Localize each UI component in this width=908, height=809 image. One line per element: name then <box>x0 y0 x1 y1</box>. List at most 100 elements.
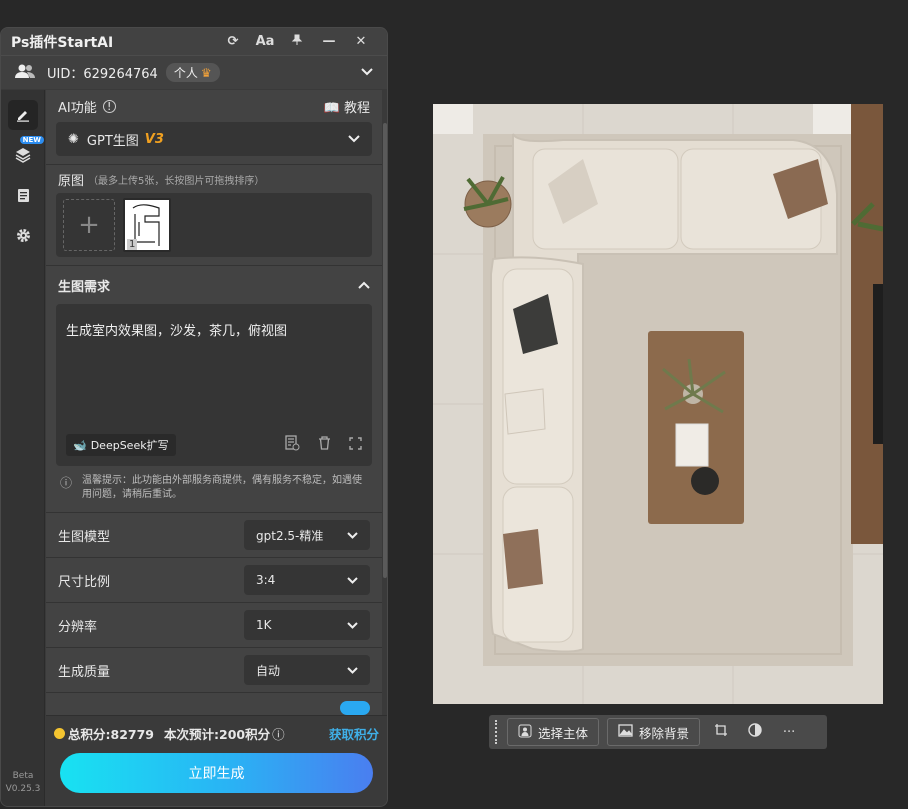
footer: 总积分:82779 本次预计:200积分 ⓘ 获取积分 立即生成 <box>46 715 387 806</box>
option-model: 生图模型 gpt2.5-精准 <box>46 513 382 558</box>
model-select[interactable]: ✺ GPT生图 V3 <box>56 122 372 156</box>
main-content: AI功能 ! 📖 教程 ✺ GPT生图 V3 原图 （最多上传5张，长按图片可拖… <box>46 90 382 806</box>
user-id: UID：629264764 <box>47 67 158 82</box>
new-badge: NEW <box>19 136 44 144</box>
tip-text: 温馨提示：此功能由外部服务商提供，偶有服务不稳定，如遇使用问题，请稍后重试。 <box>82 475 362 500</box>
chevron-down-icon[interactable] <box>361 65 373 80</box>
thumbnail-index: 1 <box>127 239 138 250</box>
scrollbar[interactable] <box>383 123 387 578</box>
users-icon <box>15 63 35 83</box>
crown-icon: ♛ <box>200 66 212 80</box>
version-beta: Beta <box>12 771 34 781</box>
drag-handle[interactable] <box>495 720 499 744</box>
living-room-render <box>433 104 883 704</box>
tip-notice: ⓘ 温馨提示：此功能由外部服务商提供，偶有服务不稳定，如遇使用问题，请稍后重试。 <box>46 466 382 512</box>
remove-background-button[interactable]: 移除背景 <box>607 718 701 746</box>
add-image-button[interactable]: + <box>63 199 115 251</box>
history-icon[interactable] <box>284 435 300 455</box>
option-value: 3:4 <box>256 573 276 587</box>
person-icon <box>518 724 532 741</box>
original-hint: （最多上传5张，长按图片可拖拽排序） <box>88 175 265 187</box>
tutorial-label: 教程 <box>343 100 370 116</box>
gear-icon[interactable] <box>8 220 38 250</box>
original-image-section: 原图 （最多上传5张，长按图片可拖拽排序） + 1 <box>46 165 382 266</box>
contrast-icon[interactable] <box>742 723 768 741</box>
user-bar[interactable]: UID：629264764 个人 ♛ <box>1 55 387 89</box>
remove-background-label: 移除背景 <box>639 725 690 741</box>
coin-icon <box>54 727 65 739</box>
version-info: Beta V0.25.3 <box>1 770 45 796</box>
get-points-link[interactable]: 获取积分 <box>329 724 379 743</box>
points-bar: 总积分:82779 本次预计:200积分 ⓘ 获取积分 <box>46 716 387 750</box>
chevron-down-icon <box>347 618 358 632</box>
option-label: 尺寸比例 <box>58 574 111 590</box>
generate-button[interactable]: 立即生成 <box>60 753 373 793</box>
resolution-dropdown[interactable]: 1K <box>244 610 370 640</box>
points-estimate: 本次预计:200积分 <box>164 726 271 742</box>
layers-icon[interactable]: NEW <box>8 136 44 170</box>
generated-image[interactable] <box>433 104 883 704</box>
crop-icon[interactable] <box>708 723 734 741</box>
points-total: 总积分:82779 <box>68 726 154 742</box>
font-size-icon[interactable]: Aa <box>249 34 281 49</box>
info-icon[interactable]: ! <box>102 99 116 113</box>
openai-icon: ✺ <box>68 131 79 147</box>
info-icon: ⓘ <box>60 476 73 490</box>
upload-area: + 1 <box>56 193 372 257</box>
book-icon: 📖 <box>323 100 340 116</box>
plan-label: 个人 <box>173 66 198 80</box>
pin-icon[interactable] <box>281 34 313 50</box>
window-title: Ps插件StartAI <box>11 34 114 51</box>
option-value: gpt2.5-精准 <box>256 528 324 543</box>
info-icon[interactable]: ⓘ <box>272 724 285 743</box>
option-label: 生图模型 <box>58 529 111 545</box>
option-ratio: 尺寸比例 3:4 <box>46 558 382 603</box>
chevron-down-icon <box>347 528 358 542</box>
document-icon[interactable] <box>8 180 38 210</box>
ratio-dropdown[interactable]: 3:4 <box>244 565 370 595</box>
version-number: V0.25.3 <box>5 784 41 794</box>
prompt-input[interactable]: 生成室内效果图，沙发，茶几，俯视图 🐋 DeepSeek扩写 <box>56 304 372 466</box>
model-dropdown[interactable]: gpt2.5-精准 <box>244 520 370 550</box>
toggle-switch[interactable] <box>340 700 370 715</box>
deepseek-expand-button[interactable]: 🐋 DeepSeek扩写 <box>66 434 176 456</box>
edit-icon[interactable] <box>8 100 38 130</box>
option-value: 1K <box>256 618 272 632</box>
select-subject-button[interactable]: 选择主体 <box>507 718 600 746</box>
close-icon[interactable]: ✕ <box>345 34 377 49</box>
model-version: V3 <box>144 131 164 147</box>
generation-label: 生图需求 <box>58 279 111 295</box>
quality-dropdown[interactable]: 自动 <box>244 655 370 685</box>
chevron-up-icon[interactable] <box>358 278 370 293</box>
ai-function-section: AI功能 ! 📖 教程 ✺ GPT生图 V3 <box>46 90 382 165</box>
trash-icon[interactable] <box>318 436 331 454</box>
minimize-icon[interactable]: — <box>313 34 345 49</box>
generation-section: 生图需求 生成室内效果图，沙发，茶几，俯视图 🐋 DeepSeek扩写 ⓘ 温馨… <box>46 266 382 513</box>
option-label: 分辨率 <box>58 619 98 635</box>
fullscreen-icon[interactable] <box>349 436 362 454</box>
option-resolution: 分辨率 1K <box>46 603 382 648</box>
title-bar: Ps插件StartAI ⟳ Aa — ✕ <box>1 28 387 55</box>
prompt-text: 生成室内效果图，沙发，茶几，俯视图 <box>66 324 288 339</box>
refresh-icon[interactable]: ⟳ <box>217 34 249 49</box>
select-subject-label: 选择主体 <box>538 725 589 741</box>
chevron-down-icon <box>347 663 358 677</box>
image-icon <box>618 724 633 740</box>
option-value: 自动 <box>256 663 281 678</box>
whale-icon: 🐋 <box>73 438 87 452</box>
chevron-down-icon <box>348 132 360 147</box>
deepseek-label: DeepSeek扩写 <box>90 439 169 452</box>
prompt-tools: 🐋 DeepSeek扩写 <box>66 434 362 456</box>
original-label: 原图 <box>58 173 85 189</box>
ai-function-label: AI功能 <box>58 100 97 116</box>
option-label: 生成质量 <box>58 664 111 680</box>
plan-badge: 个人 ♛ <box>165 63 220 82</box>
model-name: GPT生图 <box>86 133 139 149</box>
chevron-down-icon <box>347 573 358 587</box>
left-rail: NEW Beta V0.25.3 <box>1 90 45 806</box>
option-quality: 生成质量 自动 <box>46 648 382 693</box>
uploaded-thumbnail[interactable]: 1 <box>123 198 171 252</box>
image-toolbar: 选择主体 移除背景 ··· <box>489 715 827 749</box>
more-icon[interactable]: ··· <box>776 725 802 740</box>
tutorial-link[interactable]: 📖 教程 <box>324 97 370 116</box>
